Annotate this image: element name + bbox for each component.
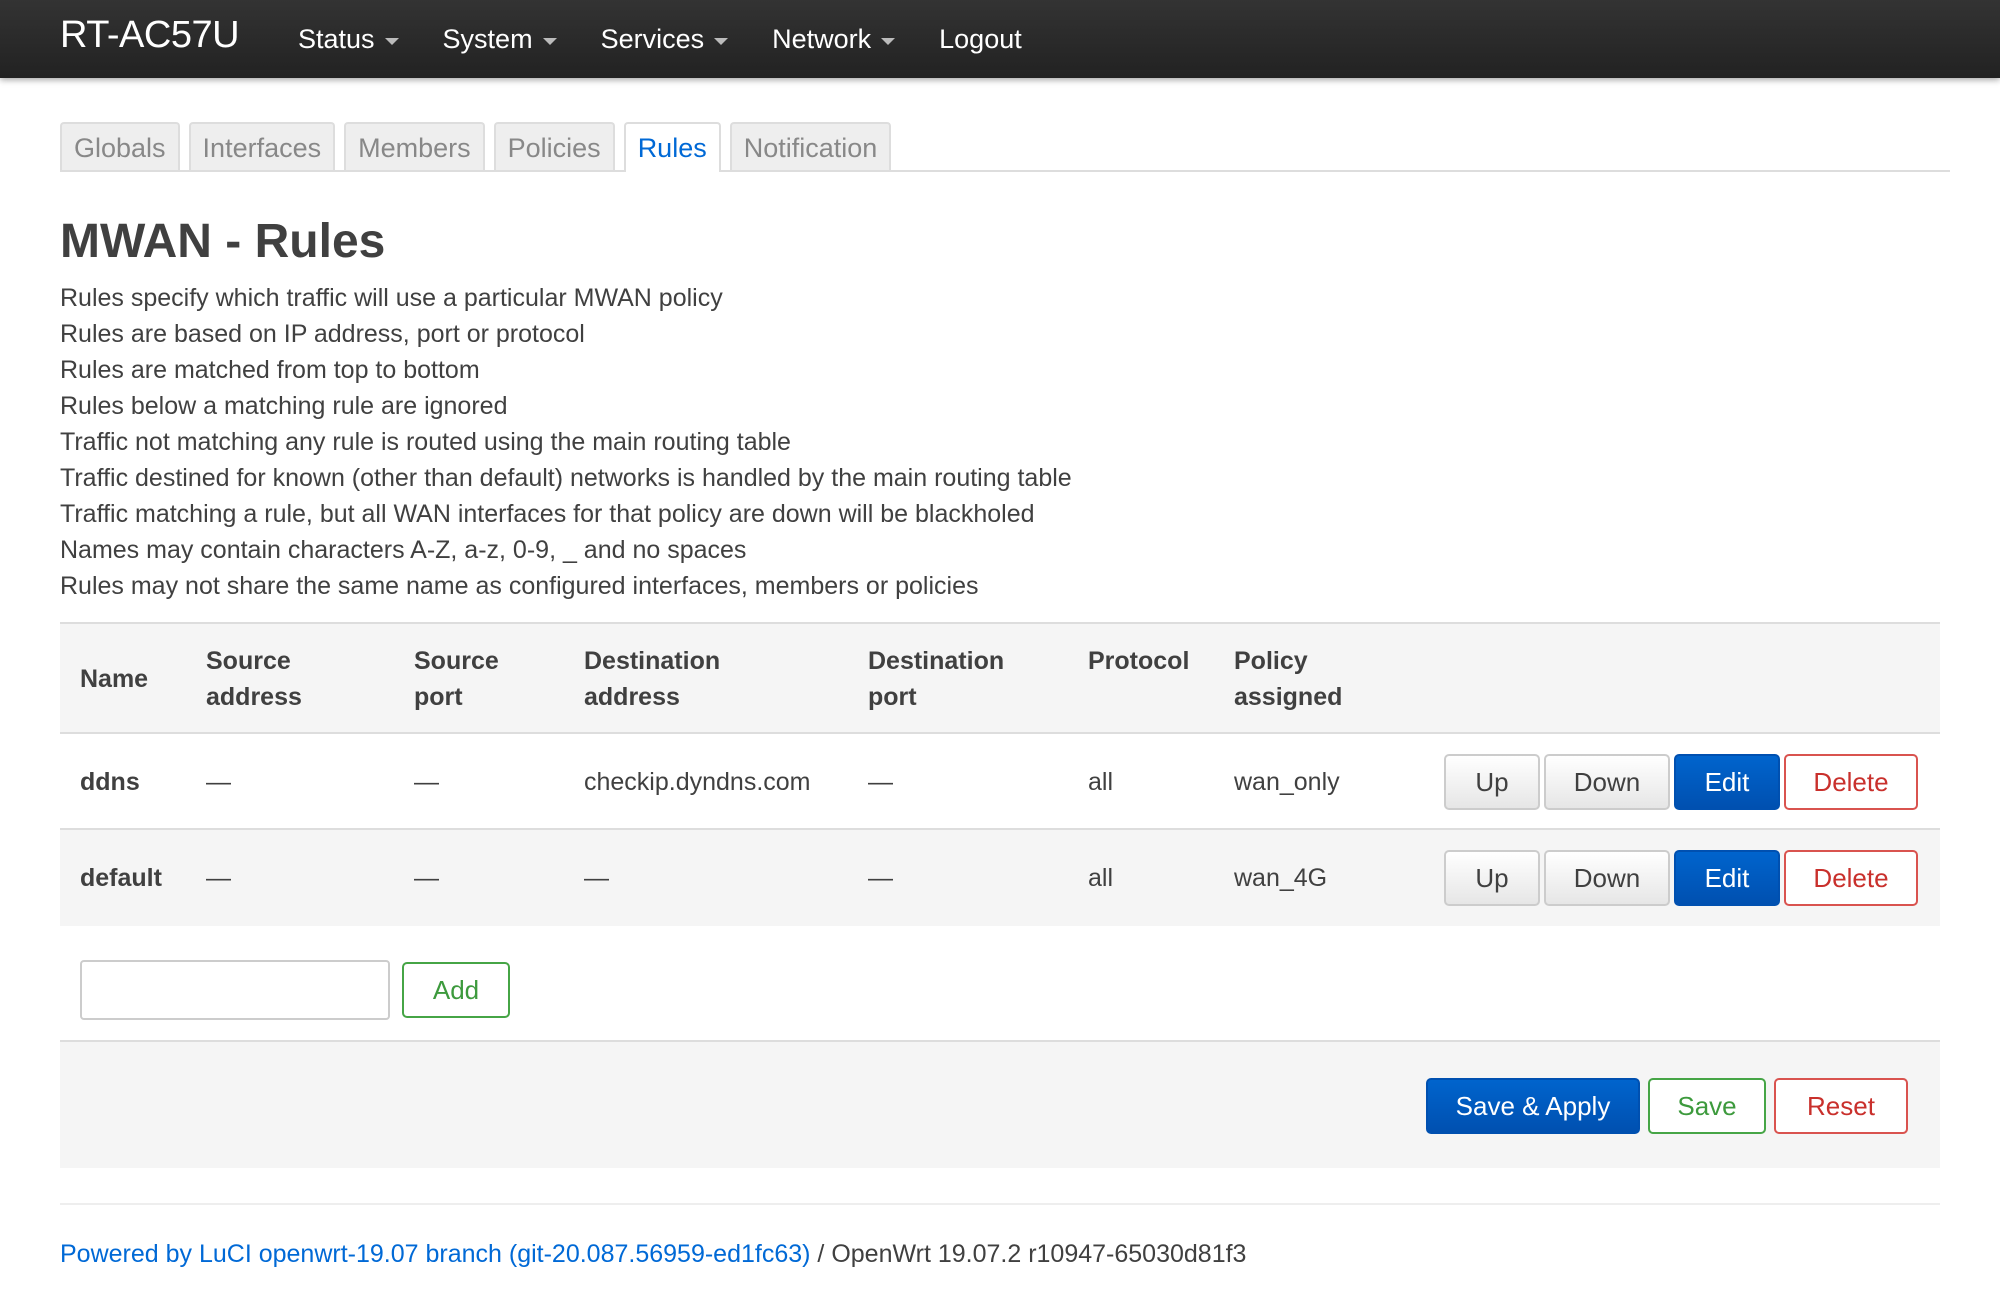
- brand-hostname[interactable]: RT-AC57U: [60, 14, 240, 57]
- description-line: Traffic not matching any rule is routed …: [60, 428, 791, 456]
- header-source-address: Source address: [206, 643, 302, 715]
- reset-button[interactable]: Reset: [1774, 1078, 1908, 1134]
- description-line: Rules are matched from top to bottom: [60, 356, 480, 384]
- header-line: Source: [206, 647, 291, 675]
- cell-source-port: —: [414, 863, 439, 892]
- cell-destination-port: —: [868, 767, 893, 796]
- header-source-port: Source port: [414, 643, 499, 715]
- top-navbar: RT-AC57U Status System Services Network …: [0, 0, 2000, 78]
- header-policy-assigned: Policy assigned: [1234, 643, 1342, 715]
- edit-button[interactable]: Edit: [1674, 754, 1780, 810]
- page-description: Rules specify which traffic will use a p…: [60, 280, 1072, 604]
- header-line: address: [206, 683, 302, 711]
- delete-button[interactable]: Delete: [1784, 850, 1918, 906]
- tab-members[interactable]: Members: [344, 122, 485, 170]
- header-line: port: [414, 683, 463, 711]
- menu-network[interactable]: Network: [772, 0, 913, 78]
- main-menu: Status System Services Network Logout: [298, 0, 1066, 78]
- menu-services[interactable]: Services: [601, 0, 747, 78]
- caret-down-icon: [542, 37, 557, 45]
- header-destination-port: Destination port: [868, 643, 1004, 715]
- mwan-tabs: Globals Interfaces Members Policies Rule…: [60, 122, 1950, 172]
- caret-down-icon: [384, 37, 399, 45]
- menu-status[interactable]: Status: [298, 0, 417, 78]
- down-button[interactable]: Down: [1544, 850, 1670, 906]
- page-title: MWAN - Rules: [60, 215, 386, 268]
- menu-status-label: Status: [298, 24, 375, 54]
- header-line: port: [868, 683, 917, 711]
- table-row: default — — — — all wan_4G Up Down Edit …: [60, 830, 1940, 926]
- table-header: Name Source address Source port Destinat…: [60, 624, 1940, 734]
- cell-protocol: all: [1088, 767, 1114, 796]
- form-actions: Save & Apply Save Reset: [60, 1040, 1940, 1168]
- cell-source-address: —: [206, 863, 231, 892]
- cell-destination-address: —: [584, 863, 609, 892]
- tab-globals[interactable]: Globals: [60, 122, 180, 170]
- add-button[interactable]: Add: [402, 962, 510, 1018]
- header-destination-address: Destination address: [584, 643, 720, 715]
- menu-logout[interactable]: Logout: [939, 0, 1040, 78]
- footer: Powered by LuCI openwrt-19.07 branch (gi…: [60, 1240, 1246, 1269]
- edit-button[interactable]: Edit: [1674, 850, 1780, 906]
- new-rule-name-input[interactable]: [80, 960, 390, 1020]
- header-line: Destination: [584, 647, 721, 675]
- up-button[interactable]: Up: [1444, 754, 1540, 810]
- description-line: Rules below a matching rule are ignored: [60, 392, 508, 420]
- footer-divider: [60, 1203, 1940, 1205]
- luci-link[interactable]: Powered by LuCI openwrt-19.07 branch (gi…: [60, 1240, 810, 1268]
- caret-down-icon: [881, 37, 896, 45]
- tab-interfaces[interactable]: Interfaces: [188, 122, 336, 170]
- cell-source-port: —: [414, 767, 439, 796]
- description-line: Rules may not share the same name as con…: [60, 572, 979, 600]
- description-line: Traffic destined for known (other than d…: [60, 464, 1072, 492]
- header-line: Source: [414, 647, 499, 675]
- cell-policy-assigned: wan_4G: [1234, 863, 1328, 892]
- menu-system-label: System: [442, 24, 533, 54]
- tab-notification[interactable]: Notification: [729, 122, 892, 170]
- cell-destination-port: —: [868, 863, 893, 892]
- menu-system[interactable]: System: [443, 0, 575, 78]
- delete-button[interactable]: Delete: [1784, 754, 1918, 810]
- cell-protocol: all: [1088, 863, 1114, 892]
- table-row: ddns — — checkip.dyndns.com — all wan_on…: [60, 734, 1940, 830]
- header-line: Destination: [868, 647, 1005, 675]
- description-line: Rules specify which traffic will use a p…: [60, 284, 723, 312]
- cell-policy-assigned: wan_only: [1234, 767, 1340, 796]
- header-name: Name: [80, 665, 149, 693]
- cell-destination-address: checkip.dyndns.com: [584, 767, 811, 796]
- description-line: Rules are based on IP address, port or p…: [60, 320, 585, 348]
- header-protocol: Protocol: [1088, 647, 1190, 675]
- save-button[interactable]: Save: [1648, 1078, 1766, 1134]
- header-line: Policy: [1234, 647, 1308, 675]
- menu-logout-label: Logout: [939, 24, 1022, 54]
- header-line: address: [584, 683, 680, 711]
- header-line: assigned: [1234, 683, 1343, 711]
- description-line: Traffic matching a rule, but all WAN int…: [60, 500, 1035, 528]
- cell-name: default: [80, 863, 162, 892]
- openwrt-version: / OpenWrt 19.07.2 r10947-65030d81f3: [810, 1240, 1247, 1268]
- tab-policies[interactable]: Policies: [493, 122, 615, 170]
- cell-source-address: —: [206, 767, 231, 796]
- caret-down-icon: [714, 37, 729, 45]
- description-line: Names may contain characters A-Z, a-z, 0…: [60, 536, 747, 564]
- save-apply-button[interactable]: Save & Apply: [1426, 1078, 1640, 1134]
- tab-rules[interactable]: Rules: [623, 122, 721, 172]
- menu-network-label: Network: [772, 24, 872, 54]
- up-button[interactable]: Up: [1444, 850, 1540, 906]
- menu-services-label: Services: [600, 24, 705, 54]
- down-button[interactable]: Down: [1544, 754, 1670, 810]
- rules-table: Name Source address Source port Destinat…: [60, 622, 1940, 926]
- cell-name: ddns: [80, 767, 140, 796]
